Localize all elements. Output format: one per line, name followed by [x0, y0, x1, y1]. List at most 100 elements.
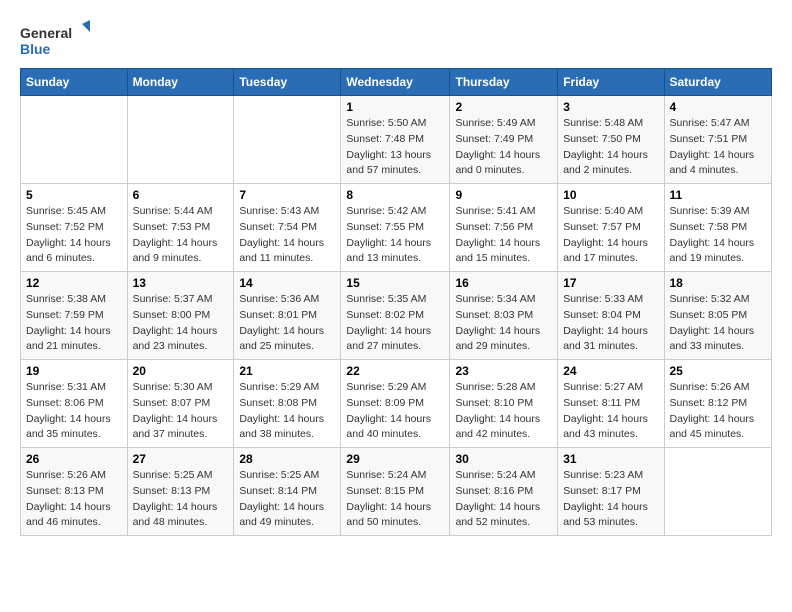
day-number: 11	[670, 188, 767, 202]
day-info: Sunrise: 5:34 AMSunset: 8:03 PMDaylight:…	[455, 292, 552, 355]
day-cell: 26 Sunrise: 5:26 AMSunset: 8:13 PMDayligh…	[21, 448, 128, 536]
day-cell: 4 Sunrise: 5:47 AMSunset: 7:51 PMDaylight…	[664, 96, 772, 184]
day-info: Sunrise: 5:47 AMSunset: 7:51 PMDaylight:…	[670, 116, 767, 179]
day-number: 31	[563, 452, 658, 466]
day-info: Sunrise: 5:23 AMSunset: 8:17 PMDaylight:…	[563, 468, 658, 531]
header-cell-saturday: Saturday	[664, 69, 772, 96]
day-cell: 15 Sunrise: 5:35 AMSunset: 8:02 PMDayligh…	[341, 272, 450, 360]
day-info: Sunrise: 5:43 AMSunset: 7:54 PMDaylight:…	[239, 204, 335, 267]
header: General Blue	[20, 20, 772, 60]
day-cell: 19Sunrise: 5:31 AMSunset: 8:06 PMDayligh…	[21, 360, 128, 448]
day-info: Sunrise: 5:41 AMSunset: 7:56 PMDaylight:…	[455, 204, 552, 267]
day-cell: 8Sunrise: 5:42 AMSunset: 7:55 PMDaylight…	[341, 184, 450, 272]
day-info: Sunrise: 5:24 AMSunset: 8:15 PMDaylight:…	[346, 468, 444, 531]
day-number: 2	[455, 100, 552, 114]
day-number: 5	[26, 188, 122, 202]
day-info: Sunrise: 5:29 AMSunset: 8:08 PMDaylight:…	[239, 380, 335, 443]
day-cell: 7 Sunrise: 5:43 AMSunset: 7:54 PMDaylight…	[234, 184, 341, 272]
week-row-2: 5 Sunrise: 5:45 AMSunset: 7:52 PMDaylight…	[21, 184, 772, 272]
day-cell: 5 Sunrise: 5:45 AMSunset: 7:52 PMDaylight…	[21, 184, 128, 272]
day-cell: 9 Sunrise: 5:41 AMSunset: 7:56 PMDaylight…	[450, 184, 558, 272]
day-number: 26	[26, 452, 122, 466]
day-cell: 28 Sunrise: 5:25 AMSunset: 8:14 PMDayligh…	[234, 448, 341, 536]
day-number: 30	[455, 452, 552, 466]
header-cell-tuesday: Tuesday	[234, 69, 341, 96]
day-info: Sunrise: 5:28 AMSunset: 8:10 PMDaylight:…	[455, 380, 552, 443]
day-number: 17	[563, 276, 658, 290]
day-info: Sunrise: 5:29 AMSunset: 8:09 PMDaylight:…	[346, 380, 444, 443]
day-number: 28	[239, 452, 335, 466]
day-cell: 30 Sunrise: 5:24 AMSunset: 8:16 PMDayligh…	[450, 448, 558, 536]
day-info: Sunrise: 5:40 AMSunset: 7:57 PMDaylight:…	[563, 204, 658, 267]
day-number: 15	[346, 276, 444, 290]
day-number: 19	[26, 364, 122, 378]
day-info: Sunrise: 5:50 AMSunset: 7:48 PMDaylight:…	[346, 116, 444, 179]
day-number: 14	[239, 276, 335, 290]
header-cell-sunday: Sunday	[21, 69, 128, 96]
day-cell: 20 Sunrise: 5:30 AMSunset: 8:07 PMDayligh…	[127, 360, 234, 448]
day-number: 25	[670, 364, 767, 378]
day-info: Sunrise: 5:24 AMSunset: 8:16 PMDaylight:…	[455, 468, 552, 531]
day-info: Sunrise: 5:26 AMSunset: 8:12 PMDaylight:…	[670, 380, 767, 443]
day-number: 20	[133, 364, 229, 378]
day-number: 4	[670, 100, 767, 114]
day-number: 29	[346, 452, 444, 466]
week-row-1: 1 Sunrise: 5:50 AMSunset: 7:48 PMDaylight…	[21, 96, 772, 184]
day-number: 27	[133, 452, 229, 466]
day-info: Sunrise: 5:25 AMSunset: 8:14 PMDaylight:…	[239, 468, 335, 531]
day-cell: 13Sunrise: 5:37 AMSunset: 8:00 PMDayligh…	[127, 272, 234, 360]
day-cell: 12Sunrise: 5:38 AMSunset: 7:59 PMDayligh…	[21, 272, 128, 360]
week-row-4: 19Sunrise: 5:31 AMSunset: 8:06 PMDayligh…	[21, 360, 772, 448]
day-cell: 21Sunrise: 5:29 AMSunset: 8:08 PMDayligh…	[234, 360, 341, 448]
day-cell	[664, 448, 772, 536]
day-info: Sunrise: 5:35 AMSunset: 8:02 PMDaylight:…	[346, 292, 444, 355]
day-number: 22	[346, 364, 444, 378]
week-row-5: 26 Sunrise: 5:26 AMSunset: 8:13 PMDayligh…	[21, 448, 772, 536]
day-number: 23	[455, 364, 552, 378]
day-cell: 3 Sunrise: 5:48 AMSunset: 7:50 PMDaylight…	[558, 96, 664, 184]
header-cell-friday: Friday	[558, 69, 664, 96]
header-cell-wednesday: Wednesday	[341, 69, 450, 96]
day-cell	[21, 96, 128, 184]
day-info: Sunrise: 5:32 AMSunset: 8:05 PMDaylight:…	[670, 292, 767, 355]
header-row: SundayMondayTuesdayWednesdayThursdayFrid…	[21, 69, 772, 96]
day-info: Sunrise: 5:45 AMSunset: 7:52 PMDaylight:…	[26, 204, 122, 267]
day-cell	[127, 96, 234, 184]
day-cell: 29 Sunrise: 5:24 AMSunset: 8:15 PMDayligh…	[341, 448, 450, 536]
day-number: 1	[346, 100, 444, 114]
calendar-table: SundayMondayTuesdayWednesdayThursdayFrid…	[20, 68, 772, 536]
day-info: Sunrise: 5:49 AMSunset: 7:49 PMDaylight:…	[455, 116, 552, 179]
day-info: Sunrise: 5:30 AMSunset: 8:07 PMDaylight:…	[133, 380, 229, 443]
day-number: 7	[239, 188, 335, 202]
logo: General Blue	[20, 20, 90, 60]
day-cell: 1 Sunrise: 5:50 AMSunset: 7:48 PMDaylight…	[341, 96, 450, 184]
day-info: Sunrise: 5:26 AMSunset: 8:13 PMDaylight:…	[26, 468, 122, 531]
day-cell: 23 Sunrise: 5:28 AMSunset: 8:10 PMDayligh…	[450, 360, 558, 448]
day-info: Sunrise: 5:39 AMSunset: 7:58 PMDaylight:…	[670, 204, 767, 267]
day-info: Sunrise: 5:27 AMSunset: 8:11 PMDaylight:…	[563, 380, 658, 443]
day-info: Sunrise: 5:44 AMSunset: 7:53 PMDaylight:…	[133, 204, 229, 267]
calendar-body: 1 Sunrise: 5:50 AMSunset: 7:48 PMDaylight…	[21, 96, 772, 536]
day-cell: 10Sunrise: 5:40 AMSunset: 7:57 PMDayligh…	[558, 184, 664, 272]
logo-svg: General Blue	[20, 20, 90, 60]
day-info: Sunrise: 5:48 AMSunset: 7:50 PMDaylight:…	[563, 116, 658, 179]
day-cell: 18 Sunrise: 5:32 AMSunset: 8:05 PMDayligh…	[664, 272, 772, 360]
day-info: Sunrise: 5:33 AMSunset: 8:04 PMDaylight:…	[563, 292, 658, 355]
day-cell: 27 Sunrise: 5:25 AMSunset: 8:13 PMDayligh…	[127, 448, 234, 536]
day-cell: 25 Sunrise: 5:26 AMSunset: 8:12 PMDayligh…	[664, 360, 772, 448]
day-cell: 22 Sunrise: 5:29 AMSunset: 8:09 PMDayligh…	[341, 360, 450, 448]
day-number: 8	[346, 188, 444, 202]
header-cell-thursday: Thursday	[450, 69, 558, 96]
day-number: 16	[455, 276, 552, 290]
day-cell	[234, 96, 341, 184]
day-number: 3	[563, 100, 658, 114]
day-cell: 16 Sunrise: 5:34 AMSunset: 8:03 PMDayligh…	[450, 272, 558, 360]
day-cell: 24Sunrise: 5:27 AMSunset: 8:11 PMDayligh…	[558, 360, 664, 448]
day-number: 9	[455, 188, 552, 202]
day-cell: 6Sunrise: 5:44 AMSunset: 7:53 PMDaylight…	[127, 184, 234, 272]
week-row-3: 12Sunrise: 5:38 AMSunset: 7:59 PMDayligh…	[21, 272, 772, 360]
day-info: Sunrise: 5:25 AMSunset: 8:13 PMDaylight:…	[133, 468, 229, 531]
day-number: 13	[133, 276, 229, 290]
day-cell: 17 Sunrise: 5:33 AMSunset: 8:04 PMDayligh…	[558, 272, 664, 360]
day-number: 18	[670, 276, 767, 290]
